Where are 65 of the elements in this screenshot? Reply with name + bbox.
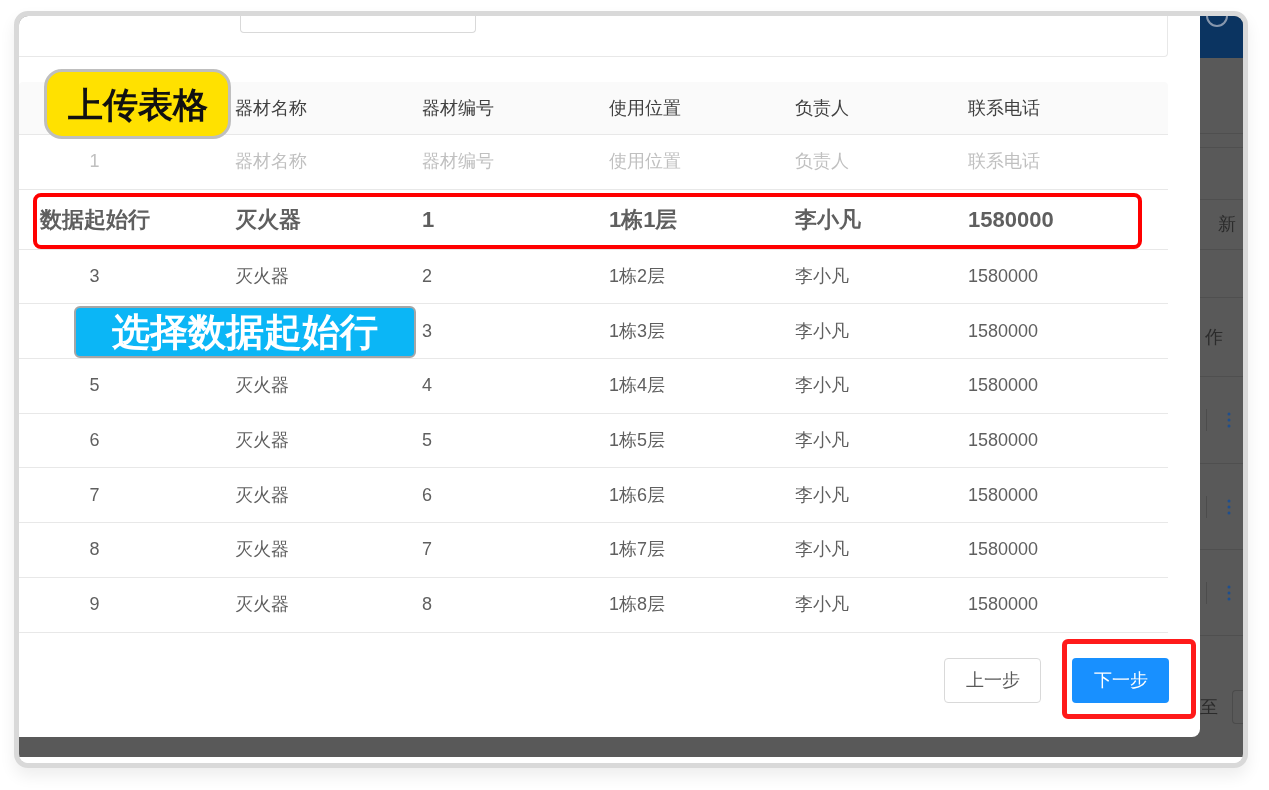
more-icon[interactable]	[1227, 412, 1231, 428]
table-cell: 灭火器	[235, 266, 289, 287]
table-cell: 器材编号	[422, 151, 494, 172]
back-button[interactable]: 上一步	[944, 657, 1041, 703]
table-cell: 1栋8层	[609, 594, 666, 615]
table-cell: 灭火器	[235, 430, 289, 451]
table-cell: 灭火器	[235, 539, 289, 560]
table-cell: 李小凡	[795, 594, 849, 615]
table-cell: 6	[422, 484, 432, 505]
column-header: 负责人	[795, 97, 849, 118]
callout-label: 选择数据起始行	[74, 306, 416, 358]
callout-label: 上传表格	[44, 69, 231, 139]
table-cell: 灭火器	[235, 206, 301, 232]
table-cell: 1	[422, 206, 435, 232]
table-cell: 数据起始行	[39, 206, 150, 232]
table-cell: 1580000	[968, 484, 1039, 505]
table-cell: 李小凡	[795, 375, 849, 396]
table-cell: 李小凡	[795, 266, 849, 287]
table-cell: 1栋4层	[609, 375, 666, 396]
table-cell: 2	[422, 266, 432, 287]
table-cell: 1580000	[968, 594, 1039, 615]
table-cell: 1栋3层	[609, 320, 666, 341]
table-cell: 联系电话	[968, 151, 1040, 172]
table-cell: 负责人	[795, 151, 849, 172]
table-cell: 器材名称	[235, 151, 307, 172]
table-cell: 李小凡	[795, 430, 849, 451]
table-cell: 5	[422, 430, 432, 451]
table-cell: 1580000	[968, 266, 1039, 287]
table-cell: 3	[422, 320, 432, 341]
table-cell: 灭火器	[235, 375, 289, 396]
table-cell: 1580000	[968, 375, 1039, 396]
table-cell: 1栋5层	[609, 430, 666, 451]
table-cell: 4	[422, 375, 432, 396]
table-cell: 1580000	[968, 430, 1039, 451]
column-header: 联系电话	[968, 97, 1040, 118]
more-icon[interactable]	[1227, 498, 1231, 515]
table-cell: 8	[422, 594, 432, 615]
table-cell: 9	[89, 594, 100, 615]
select-field[interactable]	[240, 16, 476, 33]
table-cell: 1栋6层	[609, 484, 666, 505]
table-cell: 1580000	[968, 320, 1039, 341]
table-cell: 7	[422, 539, 432, 560]
table-cell: 6	[89, 430, 100, 451]
column-header: 使用位置	[609, 97, 681, 118]
column-header: 器材编号	[422, 97, 494, 118]
input-field[interactable]	[1232, 690, 1243, 724]
column-header: 器材名称	[235, 97, 307, 118]
table-cell: 灭火器	[235, 484, 289, 505]
table-cell: 3	[89, 266, 100, 287]
table-cell: 1	[89, 151, 100, 172]
table-cell: 7	[89, 484, 100, 505]
table-cell: 5	[89, 375, 100, 396]
table-cell: 1580000	[968, 539, 1039, 560]
table-cell: 李小凡	[795, 539, 849, 560]
more-icon[interactable]	[1227, 584, 1231, 601]
table-cell: 1栋1层	[609, 206, 678, 232]
table-cell: 灭火器	[235, 594, 289, 615]
table-cell: 使用位置	[609, 151, 681, 172]
table-cell: 8	[89, 539, 100, 560]
table-cell: 李小凡	[795, 206, 861, 232]
table-cell: 1栋2层	[609, 266, 666, 287]
table-cell: 1580000	[968, 206, 1054, 232]
table-cell: 李小凡	[795, 320, 849, 341]
table-cell: 李小凡	[795, 484, 849, 505]
table-cell: 1栋7层	[609, 539, 666, 560]
